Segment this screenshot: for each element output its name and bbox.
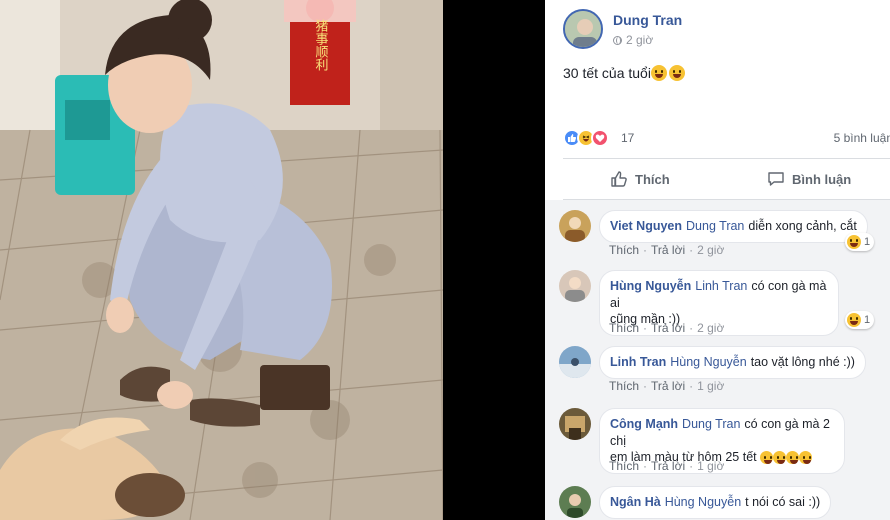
separator: · — [643, 379, 648, 393]
separator: · — [643, 459, 648, 473]
commenter-avatar[interactable] — [559, 408, 591, 440]
author-avatar[interactable] — [563, 9, 603, 49]
comment-mention[interactable]: Linh Tran — [695, 279, 747, 293]
comment-time[interactable]: 2 giờ — [697, 321, 724, 335]
commenter-avatar[interactable] — [559, 346, 591, 378]
photo-illustration: 猪事顺利 — [0, 0, 443, 520]
post-text-content: 30 tết của tuổi — [563, 65, 651, 81]
separator: · — [689, 243, 694, 257]
comment-time[interactable]: 2 giờ — [697, 243, 724, 257]
grinning-face-icon — [650, 65, 667, 81]
comment-author[interactable]: Ngân Hà — [610, 495, 661, 509]
comment-author[interactable]: Viet Nguyen — [610, 219, 682, 233]
post-panel: Dung Tran 2 giờ 30 tết của tuổi 17 5 bìn… — [545, 0, 890, 520]
comment-like-link[interactable]: Thích — [609, 243, 639, 257]
post-time[interactable]: 2 giờ — [626, 33, 653, 47]
divider — [563, 158, 890, 159]
reaction-summary: 17 5 bình luận — [563, 126, 890, 150]
photo-viewer: 猪事顺利 — [0, 0, 545, 520]
haha-emoji-icon — [799, 451, 813, 465]
separator: · — [689, 459, 694, 473]
author-avatar-image — [565, 11, 601, 47]
comment-mention[interactable]: Dung Tran — [682, 417, 740, 431]
post-meta: 2 giờ — [613, 33, 653, 47]
globe-icon — [613, 35, 622, 45]
comment-time[interactable]: 1 giờ — [697, 379, 724, 393]
post-action-bar: Thích Bình luận — [563, 162, 890, 198]
post-header: Dung Tran 2 giờ — [563, 9, 883, 53]
reaction-icons[interactable] — [563, 129, 609, 147]
comment-actions: Thích · Trả lời · 1 giờ — [609, 459, 724, 473]
post-text: 30 tết của tuổi — [563, 65, 685, 81]
separator: · — [643, 321, 648, 335]
comment-actions: Thích · Trả lời · 2 giờ — [609, 321, 724, 335]
haha-reaction-icon — [847, 235, 861, 249]
comment-text: diễn xong cảnh, cắt — [748, 219, 857, 233]
commenter-avatar[interactable] — [559, 210, 591, 242]
comment-reaction[interactable]: 1 — [845, 311, 875, 329]
reaction-count[interactable]: 17 — [621, 131, 634, 145]
post-photo[interactable]: 猪事顺利 — [0, 0, 443, 520]
comment-count[interactable]: 5 bình luận — [834, 131, 890, 145]
comment-like-link[interactable]: Thích — [609, 379, 639, 393]
comment-reply-link[interactable]: Trả lời — [651, 321, 685, 335]
comment-reply-link[interactable]: Trả lời — [651, 459, 685, 473]
banner-text: 猪事顺利 — [313, 19, 329, 71]
separator: · — [689, 379, 694, 393]
comment-actions: Thích · Trả lời · 1 giờ — [609, 379, 724, 393]
commenter-avatar[interactable] — [559, 486, 591, 518]
comment-reaction-count: 1 — [864, 236, 871, 248]
comment-bubble: Linh Tran Hùng Nguyễn tao vặt lông nhé :)) — [599, 346, 866, 379]
thumbs-up-icon — [611, 171, 627, 187]
comment-author[interactable]: Công Mạnh — [610, 417, 678, 431]
comment-like-link[interactable]: Thích — [609, 321, 639, 335]
comment-reaction[interactable]: 1 — [845, 233, 875, 251]
comment-time[interactable]: 1 giờ — [697, 459, 724, 473]
comment-mention[interactable]: Dung Tran — [686, 219, 744, 233]
comments-list: Viet Nguyen Dung Tran diễn xong cảnh, cắt … — [545, 200, 890, 520]
haha-emoji-icon — [760, 451, 774, 465]
comment-text: t nói có sai :)) — [745, 495, 821, 509]
separator: · — [643, 243, 648, 257]
haha-reaction-icon — [847, 313, 861, 327]
comment-mention[interactable]: Hùng Nguyễn — [670, 355, 746, 369]
comment-author[interactable]: Hùng Nguyễn — [610, 279, 691, 293]
comment-bubble: Ngân Hà Hùng Nguyễn t nói có sai :)) — [599, 486, 832, 519]
comment-reaction-count: 1 — [864, 314, 871, 326]
comment-author[interactable]: Linh Tran — [610, 355, 666, 369]
commenter-avatar[interactable] — [559, 270, 591, 302]
comment-reply-link[interactable]: Trả lời — [651, 379, 685, 393]
post-author-name[interactable]: Dung Tran — [613, 12, 682, 28]
love-reaction-icon — [591, 129, 609, 147]
comment-button[interactable]: Bình luận — [767, 170, 851, 188]
grinning-face-icon — [668, 65, 685, 81]
comment-bubble: Viet Nguyen Dung Tran diễn xong cảnh, cắt — [599, 210, 868, 243]
comment-text: tao vặt lông nhé :)) — [750, 355, 855, 369]
comment-like-link[interactable]: Thích — [609, 459, 639, 473]
haha-emoji-icon — [786, 451, 800, 465]
haha-emoji-icon — [773, 451, 787, 465]
like-button[interactable]: Thích — [610, 170, 670, 188]
separator: · — [689, 321, 694, 335]
comment-reply-link[interactable]: Trả lời — [651, 243, 685, 257]
comment-actions: Thích · Trả lời · 2 giờ — [609, 243, 724, 257]
comment-mention[interactable]: Hùng Nguyễn — [665, 495, 741, 509]
like-button-label: Thích — [635, 171, 670, 187]
comment-button-label: Bình luận — [792, 171, 852, 187]
comment-icon — [768, 172, 784, 186]
